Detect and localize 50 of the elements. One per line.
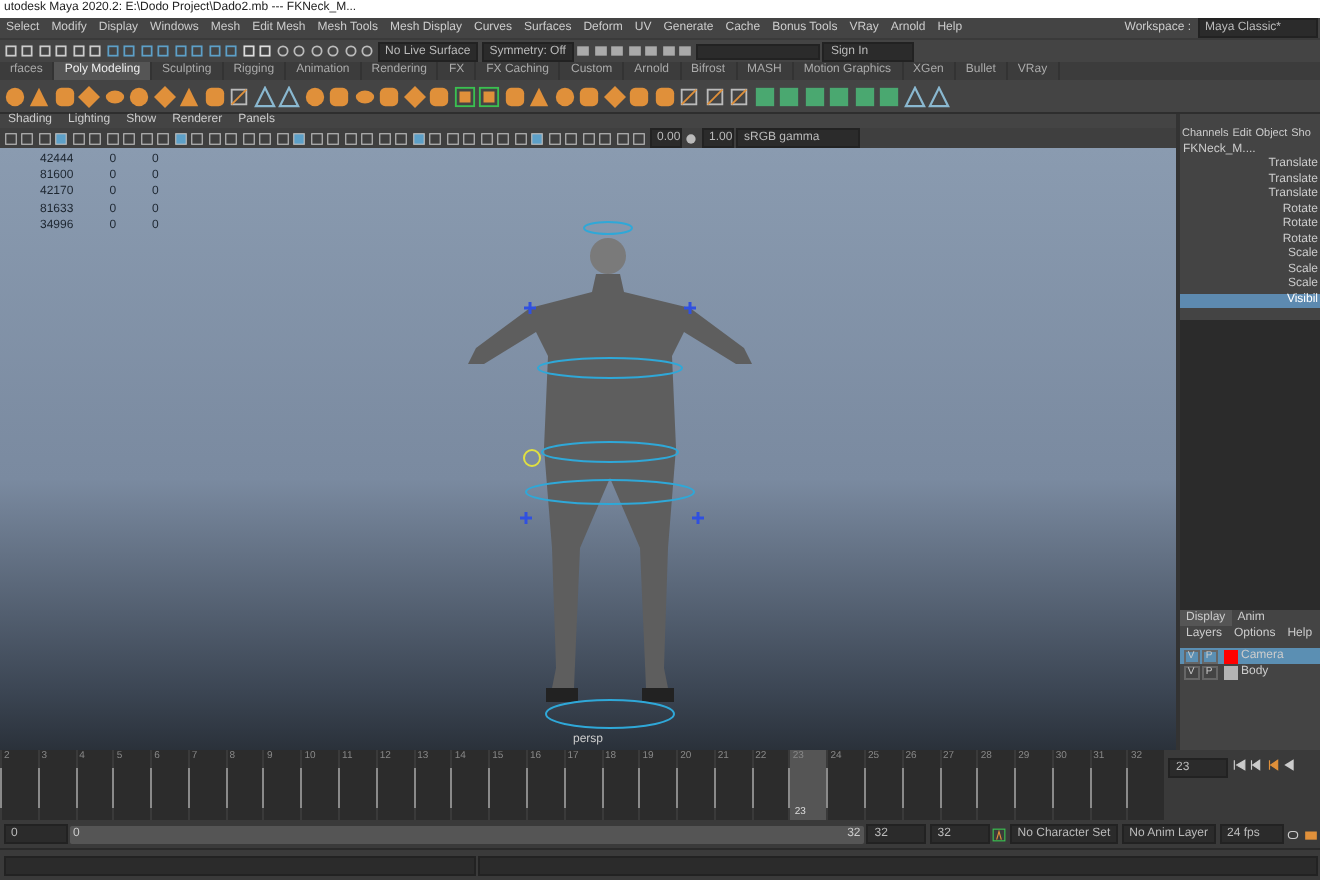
shelf-tool-icon[interactable] bbox=[928, 85, 950, 107]
shelf-tool-icon[interactable] bbox=[3, 85, 25, 107]
shelf-tool-icon[interactable] bbox=[678, 85, 700, 107]
previous-key-icon[interactable] bbox=[1265, 758, 1279, 772]
shelf-tool-icon[interactable] bbox=[878, 85, 900, 107]
shelf-tool-icon[interactable] bbox=[703, 85, 725, 107]
auto-key-icon[interactable] bbox=[992, 827, 1007, 841]
shelf-tool-icon[interactable] bbox=[278, 85, 300, 107]
shelf-tool-icon[interactable] bbox=[378, 85, 400, 107]
shelf-tool-icon[interactable] bbox=[253, 85, 275, 107]
shelf-tool-icon[interactable] bbox=[328, 85, 350, 107]
shelf-tool-icon[interactable] bbox=[853, 85, 875, 107]
loop-icon[interactable] bbox=[1286, 827, 1300, 841]
shelf-tool-icon[interactable] bbox=[553, 85, 575, 107]
shelf-tool-icon[interactable] bbox=[478, 85, 500, 107]
go-to-start-icon[interactable] bbox=[1231, 758, 1245, 772]
shelf-tool-icon[interactable] bbox=[828, 85, 850, 107]
search-field[interactable] bbox=[695, 43, 820, 59]
shelf-tool-icon[interactable] bbox=[153, 85, 175, 107]
layer-color-swatch[interactable] bbox=[1223, 665, 1237, 680]
shelf-tool-icon[interactable] bbox=[528, 85, 550, 107]
shelf-tool-icon[interactable] bbox=[778, 85, 800, 107]
shelf-tool-icon[interactable] bbox=[203, 85, 225, 107]
shelf-tool-icon[interactable] bbox=[653, 85, 675, 107]
shelf-tool-icon[interactable] bbox=[228, 85, 250, 107]
shelf-tool-icon[interactable] bbox=[78, 85, 100, 107]
shelf-tool-icon[interactable] bbox=[28, 85, 50, 107]
shelf-tool-icon[interactable] bbox=[578, 85, 600, 107]
step-back-icon[interactable] bbox=[1248, 758, 1262, 772]
shelf-tool-icon[interactable] bbox=[503, 85, 525, 107]
preferences-icon[interactable] bbox=[1303, 827, 1317, 841]
layer-color-swatch[interactable] bbox=[1223, 649, 1237, 664]
gamma-icon[interactable] bbox=[684, 131, 698, 145]
shelf-tool-icon[interactable] bbox=[903, 85, 925, 107]
command-line-field[interactable] bbox=[3, 855, 475, 875]
shelf-tool-icon[interactable] bbox=[178, 85, 200, 107]
shelf-tool-icon[interactable] bbox=[753, 85, 775, 107]
shelf-tool-icon[interactable] bbox=[728, 85, 750, 107]
shelf-tool-icon[interactable] bbox=[103, 85, 125, 107]
shelf-tool-icon[interactable] bbox=[303, 85, 325, 107]
shelf-tool-icon[interactable] bbox=[628, 85, 650, 107]
shelf-tool-icon[interactable] bbox=[353, 85, 375, 107]
shelf-tool-icon[interactable] bbox=[53, 85, 75, 107]
shelf-tool-icon[interactable] bbox=[453, 85, 475, 107]
shelf-tool-icon[interactable] bbox=[803, 85, 825, 107]
shelf-tool-icon[interactable] bbox=[603, 85, 625, 107]
shelf-tool-icon[interactable] bbox=[128, 85, 150, 107]
play-backwards-icon[interactable] bbox=[1282, 758, 1296, 772]
shelf-tool-icon[interactable] bbox=[428, 85, 450, 107]
shelf-tool-icon[interactable] bbox=[403, 85, 425, 107]
